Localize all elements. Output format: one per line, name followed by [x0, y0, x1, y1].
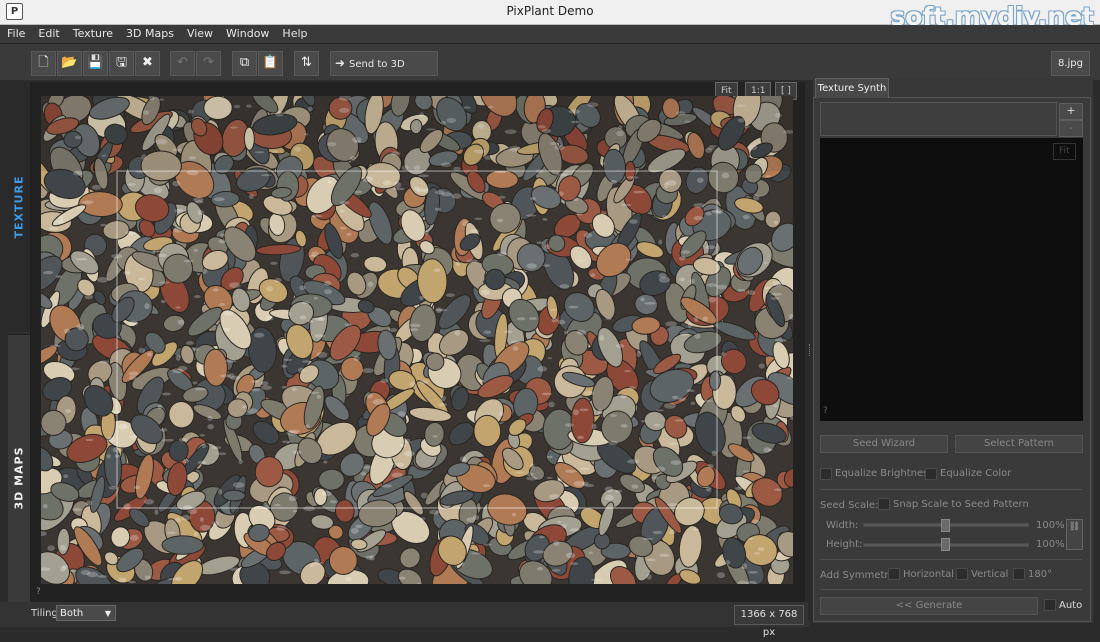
flip-button[interactable]: ⇅ [294, 51, 319, 76]
height-slider-thumb[interactable] [941, 538, 950, 551]
seed-scale-label: Seed Scale: [820, 500, 879, 511]
save-as-button[interactable]: 🖫 [109, 51, 134, 76]
menu-view[interactable]: View [180, 25, 219, 40]
width-slider-thumb[interactable] [941, 519, 950, 532]
auto-label: Auto [1059, 600, 1083, 611]
menu-help[interactable]: Help [275, 25, 313, 40]
width-label: Width: [826, 520, 859, 531]
send-arrow-icon: ➜ [334, 56, 346, 70]
equalize-color-label: Equalize Color [940, 468, 1012, 479]
horizontal-symmetry-checkbox[interactable] [888, 568, 900, 580]
menu-bar: File Edit Texture 3D Maps View Window Help [0, 25, 1100, 44]
tab-texture-label: TEXTURE [12, 175, 26, 239]
chevron-down-icon: ▼ [104, 609, 111, 618]
tiling-value: Both [60, 608, 84, 619]
synth-preview[interactable] [820, 138, 1083, 421]
paste-button[interactable]: 📋 [258, 51, 283, 76]
tab-3d-maps-label: 3D MAPS [12, 446, 26, 510]
divider [820, 559, 1082, 560]
rotate-180-checkbox[interactable] [1013, 568, 1025, 580]
open-icon: 📂 [61, 55, 78, 70]
save-as-icon: 🖫 [115, 55, 128, 70]
side-tabs: TEXTURE 3D MAPS [8, 82, 31, 621]
menu-3d-maps[interactable]: 3D Maps [119, 25, 180, 40]
width-value: 100% [1036, 520, 1065, 531]
save-button[interactable]: 💾 [83, 51, 108, 76]
generate-button[interactable]: << Generate [820, 597, 1038, 615]
chain-link-icon: ⛓ [1068, 522, 1081, 532]
tab-texture-synth[interactable]: Texture Synth [815, 78, 889, 98]
height-label: Height: [826, 539, 863, 550]
auto-checkbox[interactable] [1044, 599, 1056, 611]
menu-file[interactable]: File [0, 25, 31, 40]
vertical-symmetry-checkbox[interactable] [956, 568, 968, 580]
rotate-180-label: 180° [1028, 569, 1053, 580]
toolbar: 🗋 📂 💾 🖫 ✖ ↶ ↷ ⧉ 📋 ⇅ ➜Send to 3D Maps... … [0, 44, 1100, 93]
horizontal-label: Horizontal [903, 569, 955, 580]
copy-icon: ⧉ [239, 55, 250, 70]
open-button[interactable]: 📂 [57, 51, 82, 76]
flip-icon: ⇅ [301, 55, 312, 70]
viewport-help-icon[interactable]: ? [36, 587, 45, 597]
snap-scale-label: Snap Scale to Seed Pattern [893, 499, 1029, 510]
close-icon: ✖ [142, 55, 153, 70]
equalize-color-checkbox[interactable] [925, 468, 937, 480]
height-value: 100% [1036, 539, 1065, 550]
add-seed-button[interactable]: + [1059, 103, 1083, 120]
file-name-badge: 8.jpg [1050, 51, 1090, 76]
select-pattern-button[interactable]: Select Pattern [955, 435, 1083, 453]
resolution-readout: 1366 x 768 px [734, 605, 804, 638]
undo-icon: ↶ [177, 55, 188, 70]
menu-edit[interactable]: Edit [31, 25, 65, 40]
synth-fit-button[interactable]: Fit [1053, 143, 1076, 160]
menu-texture[interactable]: Texture [66, 25, 119, 40]
tiling-select[interactable]: Both ▼ [56, 605, 116, 621]
new-button[interactable]: 🗋 [31, 51, 56, 76]
tab-3d-maps[interactable]: 3D MAPS [8, 334, 30, 621]
divider [820, 589, 1082, 590]
title-bar: P PixPlant Demo soft.mydiv.net [0, 0, 1100, 31]
save-icon: 💾 [87, 55, 104, 70]
vertical-label: Vertical [971, 569, 1009, 580]
equalize-brightness-checkbox[interactable] [820, 468, 832, 480]
add-symmetry-label: Add Symmetry: [820, 570, 898, 581]
pebble-texture-image [41, 96, 793, 584]
synth-help-icon[interactable]: ? [823, 406, 828, 416]
redo-icon: ↷ [203, 55, 214, 70]
close-button[interactable]: ✖ [135, 51, 160, 76]
snap-scale-checkbox[interactable] [878, 498, 890, 510]
menu-window[interactable]: Window [219, 25, 275, 40]
tab-texture[interactable]: TEXTURE [8, 82, 30, 332]
seed-pattern-strip[interactable] [820, 102, 1057, 136]
send-to-3d-maps-button[interactable]: ➜Send to 3D Maps... [330, 51, 438, 93]
paste-icon: 📋 [262, 55, 279, 70]
undo-button[interactable]: ↶ [170, 51, 195, 76]
equalize-brightness-label: Equalize Brightness [835, 468, 934, 479]
redo-button[interactable]: ↷ [196, 51, 221, 76]
status-bar: Tiling: Both ▼ 1366 x 768 px [0, 602, 810, 638]
seed-wizard-button[interactable]: Seed Wizard [820, 435, 948, 453]
texture-canvas[interactable] [41, 96, 793, 584]
remove-seed-button[interactable]: - [1059, 120, 1083, 137]
link-scale-button[interactable]: ⛓ [1066, 519, 1083, 550]
divider [820, 489, 1082, 490]
copy-button[interactable]: ⧉ [232, 51, 257, 76]
new-icon: 🗋 [38, 55, 49, 70]
splitter-grip-icon[interactable] [809, 344, 812, 356]
